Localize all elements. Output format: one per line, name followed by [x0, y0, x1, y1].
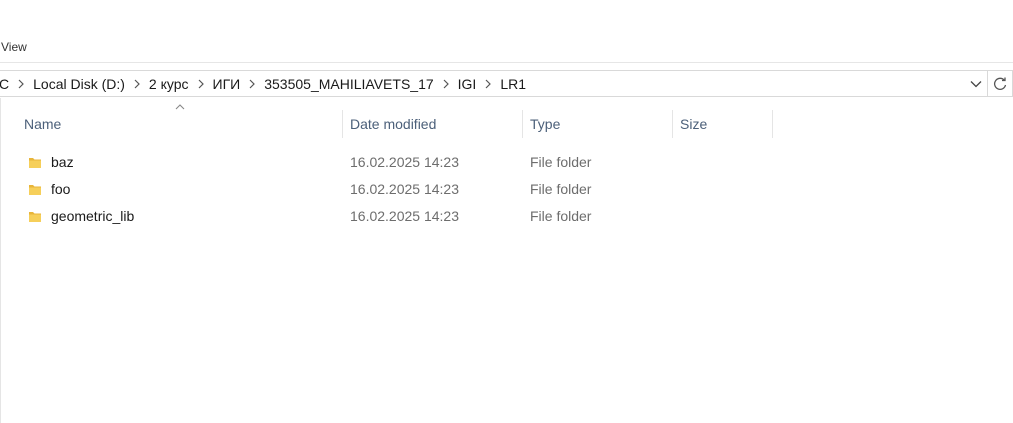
nav-pane-edge	[0, 98, 1, 423]
chevron-right-icon[interactable]	[194, 71, 208, 96]
column-divider[interactable]	[772, 110, 773, 138]
file-name: geometric_lib	[51, 207, 135, 224]
refresh-icon[interactable]	[988, 70, 1013, 97]
name-cell: geometric_lib	[28, 202, 134, 229]
column-header: Name Date modified Type Size	[0, 110, 1013, 138]
ribbon-divider	[0, 62, 1013, 63]
breadcrumb-student-folder[interactable]: 353505_MAHILIAVETS_17	[259, 71, 438, 96]
chevron-right-icon[interactable]	[481, 71, 495, 96]
chevron-right-icon[interactable]	[130, 71, 144, 96]
breadcrumb-igi[interactable]: IGI	[453, 71, 482, 96]
column-date-modified[interactable]: Date modified	[342, 110, 522, 138]
view-menu[interactable]: View	[1, 40, 27, 54]
breadcrumb-course[interactable]: 2 курс	[144, 71, 194, 96]
column-type[interactable]: Type	[522, 110, 672, 138]
name-cell: foo	[28, 175, 70, 202]
file-name: baz	[51, 153, 74, 170]
file-row[interactable]: foo 16.02.2025 14:23 File folder	[0, 175, 1013, 202]
breadcrumb-igi-ru[interactable]: ИГИ	[208, 71, 246, 96]
type-cell: File folder	[530, 180, 592, 197]
date-modified-cell: 16.02.2025 14:23	[350, 153, 459, 170]
breadcrumb-local-disk[interactable]: Local Disk (D:)	[28, 71, 130, 96]
type-cell: File folder	[530, 207, 592, 224]
file-row[interactable]: geometric_lib 16.02.2025 14:23 File fold…	[0, 202, 1013, 229]
type-cell: File folder	[530, 153, 592, 170]
column-name[interactable]: Name	[16, 110, 342, 138]
chevron-right-icon[interactable]	[14, 71, 28, 96]
name-cell: baz	[28, 148, 74, 175]
chevron-down-icon[interactable]	[967, 71, 985, 96]
folder-icon	[29, 157, 41, 168]
chevron-right-icon[interactable]	[439, 71, 453, 96]
column-size[interactable]: Size	[672, 110, 772, 138]
folder-icon	[29, 184, 41, 195]
file-row[interactable]: baz 16.02.2025 14:23 File folder	[0, 148, 1013, 175]
file-name: foo	[51, 180, 71, 197]
address-bar[interactable]: C Local Disk (D:) 2 курс ИГИ 353505_MAHI…	[0, 70, 988, 97]
folder-icon	[29, 211, 41, 222]
breadcrumb-lr1[interactable]: LR1	[495, 71, 531, 96]
date-modified-cell: 16.02.2025 14:23	[350, 180, 459, 197]
breadcrumb-this-pc[interactable]: C	[0, 71, 14, 96]
date-modified-cell: 16.02.2025 14:23	[350, 207, 459, 224]
chevron-right-icon[interactable]	[245, 71, 259, 96]
